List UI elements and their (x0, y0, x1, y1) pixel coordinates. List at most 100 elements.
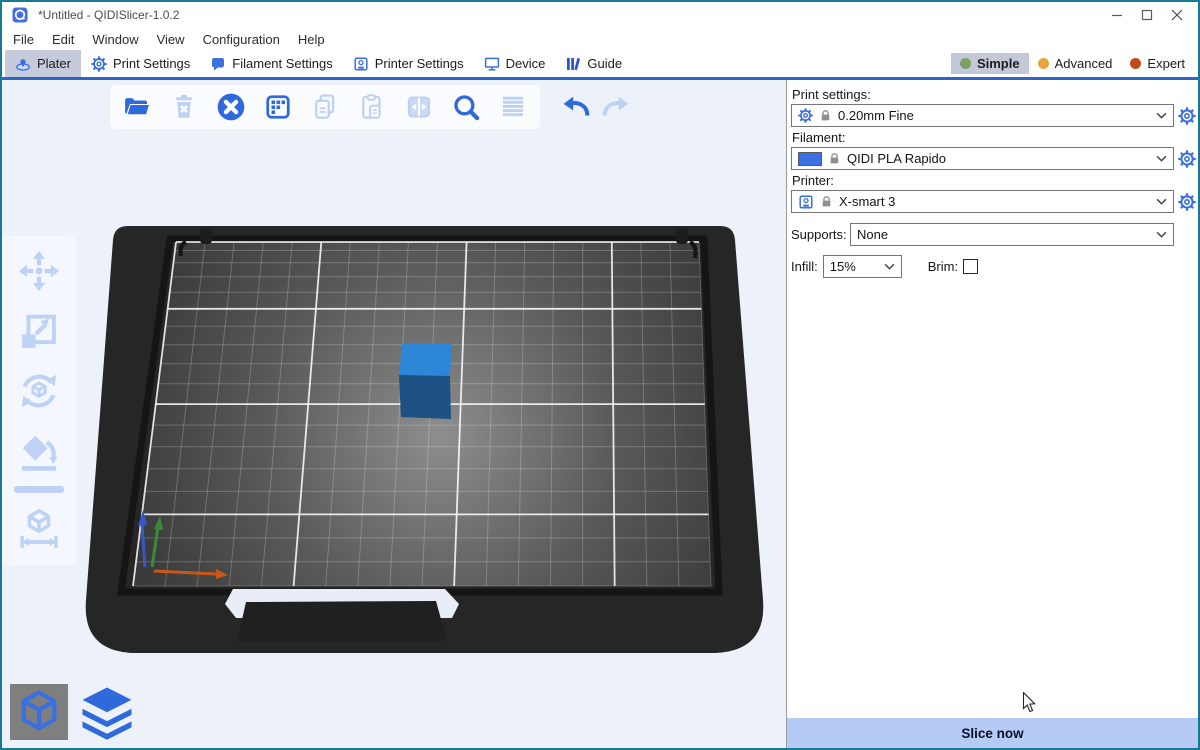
minimize-button[interactable] (1102, 4, 1132, 26)
printer-value: X-smart 3 (839, 194, 895, 209)
tab-label: Printer Settings (375, 56, 464, 71)
lock-icon (819, 109, 832, 122)
filament-icon (210, 56, 226, 72)
window-title: *Untitled - QIDISlicer-1.0.2 (38, 8, 179, 22)
print-settings-gear-button[interactable] (1178, 107, 1196, 125)
open-folder-icon (122, 92, 152, 122)
scale-icon (16, 308, 62, 354)
chevron-down-icon (1156, 198, 1167, 205)
scale-tool-button[interactable] (14, 306, 64, 356)
app-logo-icon (12, 7, 28, 23)
arrange-icon (263, 92, 293, 122)
undo-button[interactable] (558, 89, 594, 125)
paste-button[interactable] (354, 89, 390, 125)
monitor-icon (484, 56, 500, 72)
undo-icon (559, 90, 593, 124)
tab-filament-settings[interactable]: Filament Settings (200, 50, 342, 77)
place-on-face-tool-button[interactable] (14, 426, 64, 476)
maximize-button[interactable] (1132, 4, 1162, 26)
tab-device[interactable]: Device (474, 50, 556, 77)
slice-now-button[interactable]: Slice now (787, 718, 1198, 748)
lock-icon (828, 152, 841, 165)
menu-item-view[interactable]: View (148, 32, 194, 47)
printer-label: Printer: (792, 173, 1196, 188)
tab-label: Guide (587, 56, 622, 71)
model-cube[interactable] (399, 343, 452, 419)
search-button[interactable] (448, 89, 484, 125)
copy-button[interactable] (307, 89, 343, 125)
split-view-button[interactable] (401, 89, 437, 125)
delete-button[interactable] (166, 89, 202, 125)
menu-item-edit[interactable]: Edit (43, 32, 83, 47)
infill-combo[interactable]: 15% (823, 255, 902, 278)
printer-icon (353, 56, 369, 72)
viewport-3d[interactable] (2, 80, 786, 748)
rotate-icon (16, 368, 62, 414)
arrange-button[interactable] (260, 89, 296, 125)
print-settings-value: 0.20mm Fine (838, 108, 914, 123)
filament-value: QIDI PLA Rapido (847, 151, 946, 166)
move-tool-button[interactable] (14, 246, 64, 296)
simple-dot-icon (960, 58, 971, 69)
chevron-down-icon (884, 263, 895, 270)
menu-item-configuration[interactable]: Configuration (194, 32, 289, 47)
printer-icon (798, 194, 814, 210)
preview-view-button[interactable] (78, 684, 136, 740)
redo-icon (599, 90, 633, 124)
close-button[interactable] (1162, 4, 1192, 26)
supports-label: Supports: (791, 227, 850, 242)
expert-dot-icon (1130, 58, 1141, 69)
tab-printer-settings[interactable]: Printer Settings (343, 50, 474, 77)
gear-icon (1178, 193, 1196, 211)
variable-layer-height-button[interactable] (495, 89, 531, 125)
tab-guide[interactable]: Guide (555, 50, 632, 77)
infill-label: Infill: (791, 259, 818, 274)
open-button[interactable] (119, 89, 155, 125)
brim-checkbox[interactable] (963, 259, 978, 274)
mode-expert[interactable]: Expert (1121, 53, 1194, 74)
bed-handle-bar (237, 601, 447, 642)
tab-label: Print Settings (113, 56, 190, 71)
chevron-down-icon (1156, 112, 1167, 119)
menu-item-window[interactable]: Window (83, 32, 147, 47)
redo-button[interactable] (598, 89, 634, 125)
tab-label: Plater (37, 56, 71, 71)
mode-selector: Simple Advanced Expert (951, 50, 1194, 77)
move-icon (16, 248, 62, 294)
plater-icon (15, 56, 31, 72)
menu-item-help[interactable]: Help (289, 32, 334, 47)
tab-plater[interactable]: Plater (5, 50, 81, 77)
advanced-dot-icon (1038, 58, 1049, 69)
3d-editor-view-button[interactable] (10, 684, 68, 740)
filament-color-swatch (798, 152, 822, 166)
chevron-down-icon (1156, 155, 1167, 162)
maximize-icon (1141, 9, 1153, 21)
search-icon (450, 91, 482, 123)
close-icon (1171, 9, 1183, 21)
filament-label: Filament: (792, 130, 1196, 145)
supports-combo[interactable]: None (850, 223, 1174, 246)
copy-icon (310, 92, 340, 122)
brim-label: Brim: (928, 259, 958, 274)
tab-print-settings[interactable]: Print Settings (81, 50, 200, 77)
printer-combo[interactable]: X-smart 3 (791, 190, 1174, 213)
mode-advanced[interactable]: Advanced (1029, 53, 1122, 74)
gear-icon (1178, 150, 1196, 168)
delete-all-button[interactable] (213, 89, 249, 125)
filament-gear-button[interactable] (1178, 150, 1196, 168)
rotate-tool-button[interactable] (14, 366, 64, 416)
print-settings-combo[interactable]: 0.20mm Fine (791, 104, 1174, 127)
preview-layers-icon (79, 684, 135, 740)
menu-bar: File Edit Window View Configuration Help (2, 28, 1198, 50)
lock-icon (820, 195, 833, 208)
menu-item-file[interactable]: File (4, 32, 43, 47)
mode-simple[interactable]: Simple (951, 53, 1029, 74)
books-icon (565, 56, 581, 72)
title-bar: *Untitled - QIDISlicer-1.0.2 (2, 2, 1198, 28)
delete-all-icon (215, 91, 247, 123)
printer-gear-button[interactable] (1178, 193, 1196, 211)
gear-icon (798, 108, 813, 123)
settings-panel: Print settings: 0.20mm Fine Filament: (786, 80, 1198, 748)
measure-tool-button[interactable] (14, 503, 64, 553)
filament-combo[interactable]: QIDI PLA Rapido (791, 147, 1174, 170)
